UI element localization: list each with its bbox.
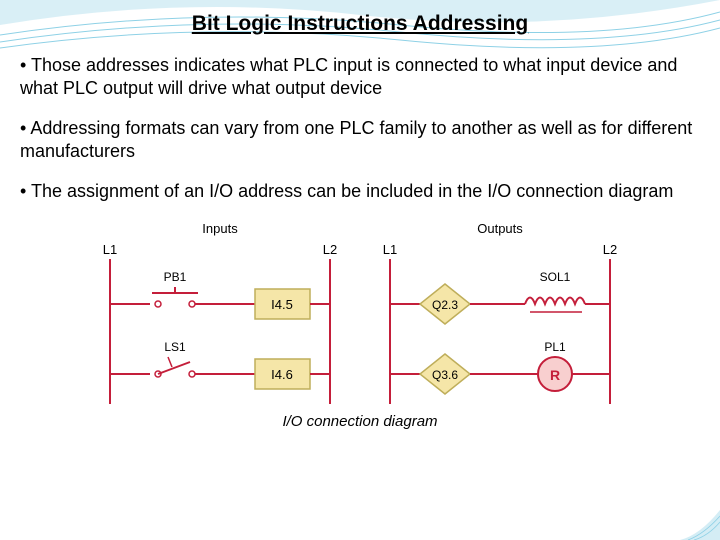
inputs-header: Inputs <box>202 221 238 236</box>
svg-text:R: R <box>550 367 560 383</box>
bullet-1: • Those addresses indicates what PLC inp… <box>20 54 700 101</box>
svg-text:L1: L1 <box>383 242 397 257</box>
svg-text:L1: L1 <box>103 242 117 257</box>
svg-text:L2: L2 <box>323 242 337 257</box>
bullet-3: • The assignment of an I/O address can b… <box>20 180 700 203</box>
page-title: Bit Logic Instructions Addressing <box>0 0 720 36</box>
corner-decoration <box>680 500 720 540</box>
svg-text:LS1: LS1 <box>164 340 186 354</box>
outputs-header: Outputs <box>477 221 523 236</box>
svg-text:SOL1: SOL1 <box>540 270 571 284</box>
io-connection-diagram: Inputs Outputs L1 L2 PB1 I4.5 LS1 <box>80 219 640 409</box>
svg-text:Q2.3: Q2.3 <box>432 298 458 312</box>
svg-text:I4.6: I4.6 <box>271 367 293 382</box>
svg-text:Q3.6: Q3.6 <box>432 368 458 382</box>
bullet-2: • Addressing formats can vary from one P… <box>20 117 700 164</box>
svg-text:L2: L2 <box>603 242 617 257</box>
content-area: • Those addresses indicates what PLC inp… <box>0 36 720 430</box>
svg-text:PL1: PL1 <box>544 340 566 354</box>
svg-text:PB1: PB1 <box>164 270 187 284</box>
diagram-caption: I/O connection diagram <box>20 413 700 430</box>
svg-text:I4.5: I4.5 <box>271 297 293 312</box>
